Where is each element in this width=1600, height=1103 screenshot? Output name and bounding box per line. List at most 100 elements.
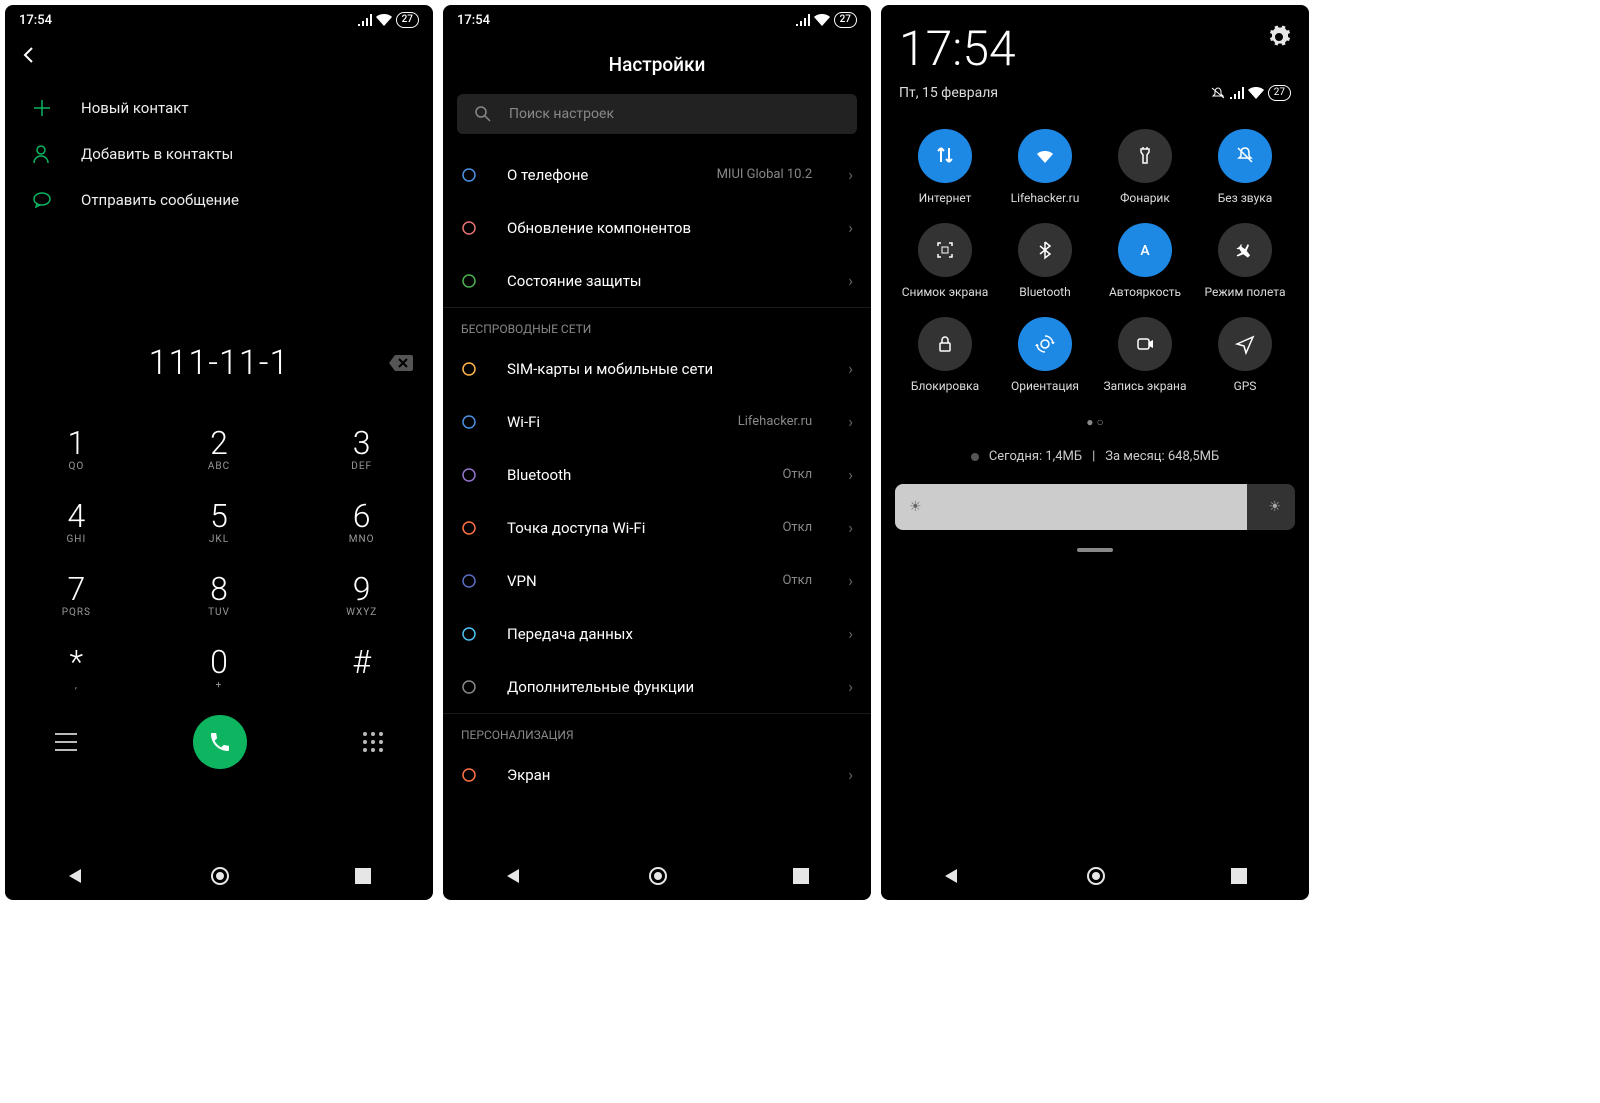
quick-settings-screen: 17:54 Пт, 15 февраля 27 Интернет Lifehac… [881, 5, 1309, 900]
qs-tile-label: Без звука [1218, 191, 1273, 205]
key-*[interactable]: * , [5, 632, 148, 705]
settings-item-состояние защиты[interactable]: Состояние защиты › [443, 254, 871, 307]
status-time: 17:54 [19, 13, 52, 28]
settings-item-обновление компонентов[interactable]: Обновление компонентов › [443, 201, 871, 254]
settings-item-icon [461, 573, 479, 589]
qs-tile-label: GPS [1234, 379, 1257, 393]
search-icon [475, 106, 491, 122]
settings-item-icon [461, 414, 479, 430]
message-icon [33, 192, 53, 208]
qs-tile-record[interactable]: Запись экрана [1099, 317, 1191, 393]
key-1[interactable]: 1 QO [5, 413, 148, 486]
nav-recent-icon[interactable] [1231, 868, 1247, 884]
dialer-action-2[interactable]: Отправить сообщение [5, 177, 433, 223]
brightness-low-icon: ☀ [909, 499, 922, 515]
bt-icon [1034, 239, 1056, 261]
key-9[interactable]: 9 WXYZ [290, 559, 433, 632]
qs-tile-label: Интернет [919, 191, 972, 205]
screenshot-icon [934, 239, 956, 261]
nav-bar [881, 852, 1309, 900]
apps-button[interactable] [363, 732, 383, 752]
settings-item-передача данных[interactable]: Передача данных › [443, 607, 871, 660]
key-4[interactable]: 4 GHI [5, 486, 148, 559]
key-6[interactable]: 6 MNO [290, 486, 433, 559]
qs-tile-wifi[interactable]: Lifehacker.ru [999, 129, 1091, 205]
qs-tile-lock[interactable]: Блокировка [899, 317, 991, 393]
data-icon [934, 145, 956, 167]
key-7[interactable]: 7 PQRS [5, 559, 148, 632]
key-5[interactable]: 5 JKL [148, 486, 291, 559]
settings-item-sim-карты и мобильные сети[interactable]: SIM-карты и мобильные сети › [443, 342, 871, 395]
gps-icon [1234, 333, 1256, 355]
call-button[interactable] [193, 715, 247, 769]
settings-item-bluetooth[interactable]: Bluetooth Откл › [443, 448, 871, 501]
qs-tile-mute[interactable]: Без звука [1199, 129, 1291, 205]
nav-home-icon[interactable] [1086, 866, 1106, 886]
qs-tile-plane[interactable]: Режим полета [1199, 223, 1291, 299]
settings-gear-button[interactable] [1267, 25, 1291, 49]
qs-tile-torch[interactable]: Фонарик [1099, 129, 1191, 205]
nav-home-icon[interactable] [648, 866, 668, 886]
qs-tile-label: Блокировка [911, 379, 979, 393]
settings-item-точка доступа wi-fi[interactable]: Точка доступа Wi-Fi Откл › [443, 501, 871, 554]
key-3[interactable]: 3 DEF [290, 413, 433, 486]
qs-tile-gps[interactable]: GPS [1199, 317, 1291, 393]
action-label: Отправить сообщение [81, 191, 239, 209]
brightness-slider[interactable]: ☀ ☀ [895, 484, 1295, 530]
key-8[interactable]: 8 TUV [148, 559, 291, 632]
qs-tile-circle [1118, 317, 1172, 371]
nav-back-icon[interactable] [943, 867, 961, 885]
settings-item-дополнительные функции[interactable]: Дополнительные функции › [443, 660, 871, 713]
signal-icon [358, 14, 372, 26]
chevron-right-icon: › [848, 218, 853, 237]
search-input[interactable]: Поиск настроек [457, 94, 857, 134]
qs-tile-data[interactable]: Интернет [899, 129, 991, 205]
key-#[interactable]: # [290, 632, 433, 705]
nav-bar [443, 852, 871, 900]
chevron-right-icon: › [848, 465, 853, 484]
dialer-action-0[interactable]: Новый контакт [5, 85, 433, 131]
chevron-right-icon: › [848, 518, 853, 537]
settings-item-icon [461, 220, 479, 236]
key-0[interactable]: 0 + [148, 632, 291, 705]
drag-handle[interactable] [1077, 548, 1113, 552]
nav-home-icon[interactable] [210, 866, 230, 886]
lock-icon [934, 333, 956, 355]
battery-icon: 27 [1268, 85, 1291, 101]
key-2[interactable]: 2 ABC [148, 413, 291, 486]
nav-recent-icon[interactable] [793, 868, 809, 884]
settings-item-vpn[interactable]: VPN Откл › [443, 554, 871, 607]
settings-item-label: О телефоне [507, 166, 689, 184]
dialer-screen: 17:54 27 Новый контакт Добавить в контак… [5, 5, 433, 900]
settings-item-value: Откл [782, 520, 812, 535]
settings-screen: 17:54 27 Настройки Поиск настроек О теле… [443, 5, 871, 900]
qs-tile-screenshot[interactable]: Снимок экрана [899, 223, 991, 299]
status-icons: 27 [358, 12, 419, 28]
back-button[interactable] [5, 35, 433, 75]
qs-tile-circle [918, 129, 972, 183]
signal-icon [796, 14, 810, 26]
dialer-action-1[interactable]: Добавить в контакты [5, 131, 433, 177]
nav-back-icon[interactable] [505, 867, 523, 885]
backspace-button[interactable] [387, 353, 413, 373]
settings-item-icon [461, 273, 479, 289]
settings-item-wi-fi[interactable]: Wi-Fi Lifehacker.ru › [443, 395, 871, 448]
settings-item-экран[interactable]: Экран › [443, 748, 871, 801]
qs-tile-rotate[interactable]: Ориентация [999, 317, 1091, 393]
chevron-right-icon: › [848, 677, 853, 696]
qs-tile-auto[interactable]: A Автояркость [1099, 223, 1191, 299]
settings-item-о телефоне[interactable]: О телефоне MIUI Global 10.2 › [443, 148, 871, 201]
qs-tiles: Интернет Lifehacker.ru Фонарик Без звука… [881, 121, 1309, 401]
qs-tile-circle [1218, 129, 1272, 183]
chevron-right-icon: › [848, 571, 853, 590]
menu-button[interactable] [55, 733, 77, 751]
qs-tile-label: Режим полета [1205, 285, 1286, 299]
qs-tile-bt[interactable]: Bluetooth [999, 223, 1091, 299]
nav-recent-icon[interactable] [355, 868, 371, 884]
search-placeholder: Поиск настроек [509, 106, 614, 122]
settings-item-label: Точка доступа Wi-Fi [507, 519, 754, 537]
record-icon [1134, 333, 1156, 355]
nav-back-icon[interactable] [67, 867, 85, 885]
mute-status-icon [1210, 86, 1226, 100]
settings-item-icon [461, 167, 479, 183]
